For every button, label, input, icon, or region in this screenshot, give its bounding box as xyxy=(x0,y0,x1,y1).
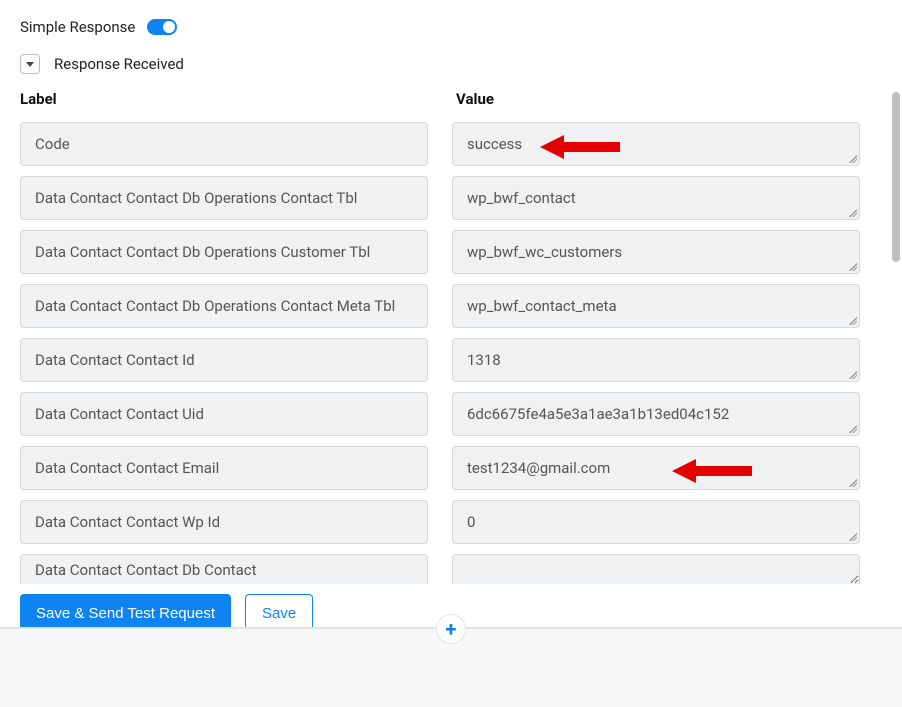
label-input[interactable]: Data Contact Contact Uid xyxy=(20,392,428,436)
value-input[interactable] xyxy=(452,554,860,584)
label-input[interactable]: Data Contact Contact Db Contact xyxy=(20,554,428,584)
column-header-value: Value xyxy=(456,90,494,108)
bottom-bar: + xyxy=(0,627,902,707)
label-input[interactable]: Data Contact Contact Db Operations Conta… xyxy=(20,284,428,328)
table-row: Data Contact Contact Db Contact xyxy=(20,554,882,584)
add-button[interactable]: + xyxy=(436,614,466,644)
value-input[interactable]: success xyxy=(452,122,860,166)
table-row: Data Contact Contact Db Operations Conta… xyxy=(20,176,882,220)
table-row: Data Contact Contact Id 1318 xyxy=(20,338,882,382)
value-input[interactable]: 0 xyxy=(452,500,860,544)
label-input[interactable]: Data Contact Contact Id xyxy=(20,338,428,382)
value-input[interactable]: 6dc6675fe4a5e3a1ae3a1b13ed04c152 xyxy=(452,392,860,436)
simple-response-toggle[interactable] xyxy=(147,19,177,35)
value-input[interactable]: test1234@gmail.com xyxy=(452,446,860,490)
column-header-label: Label xyxy=(20,90,456,108)
value-input[interactable]: wp_bwf_wc_customers xyxy=(452,230,860,274)
scrollbar-thumb[interactable] xyxy=(892,92,900,262)
response-rows: Code success Data Contact Contact Db Ope… xyxy=(20,122,882,584)
value-input[interactable]: wp_bwf_contact xyxy=(452,176,860,220)
value-input[interactable]: 1318 xyxy=(452,338,860,382)
response-received-label: Response Received xyxy=(54,55,184,73)
table-row: Data Contact Contact Db Operations Conta… xyxy=(20,284,882,328)
columns-header: Label Value xyxy=(20,90,882,108)
response-received-row: Response Received xyxy=(20,54,882,74)
table-row: Data Contact Contact Db Operations Custo… xyxy=(20,230,882,274)
simple-response-header: Simple Response xyxy=(20,18,882,36)
chevron-down-icon xyxy=(26,62,34,67)
simple-response-label: Simple Response xyxy=(20,18,135,36)
plus-icon: + xyxy=(446,617,457,641)
label-input[interactable]: Code xyxy=(20,122,428,166)
collapse-button[interactable] xyxy=(20,54,40,74)
table-row: Code success xyxy=(20,122,882,166)
scrollbar-track[interactable] xyxy=(892,92,900,582)
value-input[interactable]: wp_bwf_contact_meta xyxy=(452,284,860,328)
label-input[interactable]: Data Contact Contact Email xyxy=(20,446,428,490)
label-input[interactable]: Data Contact Contact Db Operations Custo… xyxy=(20,230,428,274)
table-row: Data Contact Contact Uid 6dc6675fe4a5e3a… xyxy=(20,392,882,436)
label-input[interactable]: Data Contact Contact Db Operations Conta… xyxy=(20,176,428,220)
table-row: Data Contact Contact Email test1234@gmai… xyxy=(20,446,882,490)
table-row: Data Contact Contact Wp Id 0 xyxy=(20,500,882,544)
label-input[interactable]: Data Contact Contact Wp Id xyxy=(20,500,428,544)
